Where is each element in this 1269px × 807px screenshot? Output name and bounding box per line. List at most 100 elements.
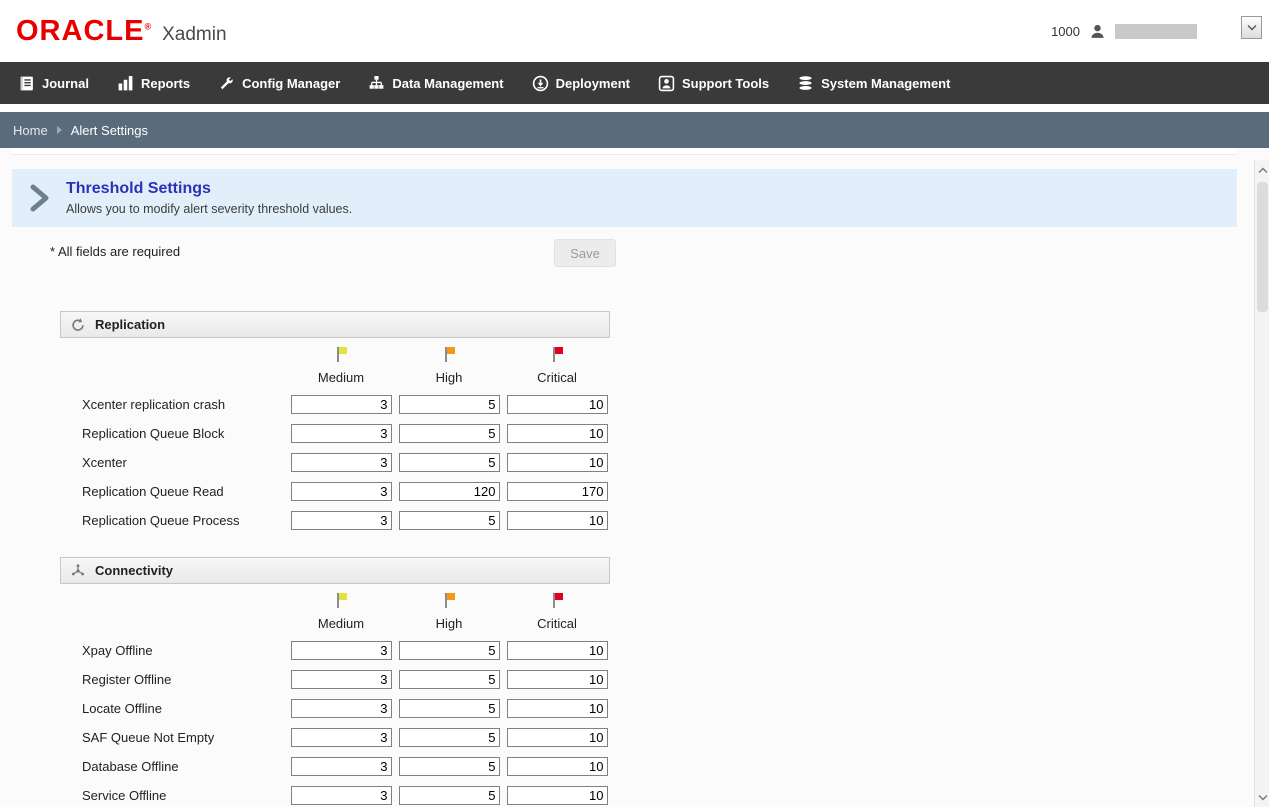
vertical-scrollbar[interactable] <box>1254 160 1269 807</box>
critical-threshold-input[interactable] <box>506 423 608 443</box>
high-flag-icon <box>443 592 456 609</box>
threshold-row-label: Database Offline <box>82 758 179 774</box>
threshold-row-label: Replication Queue Process <box>82 512 240 528</box>
high-threshold-input[interactable] <box>398 756 500 776</box>
chevron-right-icon <box>28 183 52 213</box>
threshold-row: Xpay Offline <box>60 640 610 660</box>
section-header: Replication <box>60 311 610 338</box>
section-title: Replication <box>95 317 166 332</box>
breadcrumb: Home Alert Settings <box>0 112 1269 148</box>
high-threshold-input[interactable] <box>398 481 500 501</box>
medium-threshold-input[interactable] <box>290 669 392 689</box>
nav-item-label: System Management <box>821 75 951 91</box>
scroll-up-button[interactable] <box>1255 162 1269 178</box>
high-threshold-input[interactable] <box>398 423 500 443</box>
critical-threshold-input[interactable] <box>506 640 608 660</box>
medium-threshold-input[interactable] <box>290 785 392 805</box>
header-dropdown-button[interactable] <box>1241 16 1262 39</box>
medium-threshold-input[interactable] <box>290 698 392 718</box>
brand: ORACLE® Xadmin <box>16 15 227 48</box>
banner-text: Threshold Settings Allows you to modify … <box>66 180 352 216</box>
reports-icon <box>117 75 134 92</box>
high-threshold-input[interactable] <box>398 698 500 718</box>
critical-threshold-input[interactable] <box>506 452 608 472</box>
medium-threshold-input[interactable] <box>290 510 392 530</box>
high-threshold-input[interactable] <box>398 640 500 660</box>
nav-item-journal[interactable]: Journal <box>4 62 103 104</box>
journal-icon <box>18 75 35 92</box>
high-threshold-input[interactable] <box>398 785 500 805</box>
nav-item-label: Support Tools <box>681 75 770 91</box>
required-fields-note: * All fields are required <box>50 244 181 259</box>
medium-threshold-input[interactable] <box>290 481 392 501</box>
save-button[interactable]: Save <box>554 239 617 267</box>
chevron-down-icon <box>1247 25 1256 31</box>
critical-flag-icon <box>551 592 564 609</box>
data-management-icon <box>368 75 385 92</box>
breadcrumb-separator-icon <box>56 126 62 134</box>
scrollbar-thumb[interactable] <box>1257 182 1268 312</box>
medium-flag-icon <box>335 592 348 609</box>
critical-threshold-input[interactable] <box>506 698 608 718</box>
threshold-row: Xcenter <box>60 452 610 472</box>
config-manager-icon <box>218 75 235 92</box>
section-replication: Replication Medium High Critical Xcenter rep… <box>60 311 610 530</box>
threshold-row-label: Replication Queue Read <box>82 483 224 499</box>
critical-threshold-input[interactable] <box>506 756 608 776</box>
medium-threshold-input[interactable] <box>290 727 392 747</box>
threshold-row-label: Xcenter replication crash <box>82 396 226 412</box>
header-user-area: 1000 <box>1051 23 1253 40</box>
severity-column-label: Medium <box>317 615 365 631</box>
severity-column-label: Critical <box>537 369 577 385</box>
medium-threshold-input[interactable] <box>290 640 392 660</box>
severity-flags-row <box>60 345 610 363</box>
severity-column-label: Medium <box>317 369 365 385</box>
content-divider <box>12 148 1237 155</box>
critical-threshold-input[interactable] <box>506 510 608 530</box>
severity-column-label: High <box>435 369 463 385</box>
medium-threshold-input[interactable] <box>290 423 392 443</box>
scroll-down-button[interactable] <box>1255 789 1269 805</box>
threshold-row-label: SAF Queue Not Empty <box>82 729 215 745</box>
connectivity-icon <box>70 563 86 579</box>
threshold-row-label: Register Offline <box>82 671 172 687</box>
medium-threshold-input[interactable] <box>290 452 392 472</box>
nav-item-support-tools[interactable]: Support Tools <box>644 62 783 104</box>
critical-threshold-input[interactable] <box>506 727 608 747</box>
threshold-row-label: Replication Queue Block <box>82 425 225 441</box>
high-threshold-input[interactable] <box>398 394 500 414</box>
threshold-row: Replication Queue Read <box>60 481 610 501</box>
high-threshold-input[interactable] <box>398 727 500 747</box>
medium-threshold-input[interactable] <box>290 756 392 776</box>
nav-item-deployment[interactable]: Deployment <box>518 62 644 104</box>
severity-column-label: High <box>435 615 463 631</box>
high-threshold-input[interactable] <box>398 452 500 472</box>
nav-item-data-management[interactable]: Data Management <box>354 62 517 104</box>
system-management-icon <box>797 75 814 92</box>
high-threshold-input[interactable] <box>398 669 500 689</box>
threshold-row: Xcenter replication crash <box>60 394 610 414</box>
nav-item-reports[interactable]: Reports <box>103 62 204 104</box>
severity-labels-row: Medium High Critical <box>60 369 610 385</box>
page-title: Threshold Settings <box>66 180 211 197</box>
nav-item-label: Config Manager <box>242 75 341 91</box>
main-content: Threshold Settings Allows you to modify … <box>0 148 1269 807</box>
breadcrumb-current: Alert Settings <box>70 122 149 138</box>
medium-threshold-input[interactable] <box>290 394 392 414</box>
severity-flags-row <box>60 591 610 609</box>
critical-threshold-input[interactable] <box>506 481 608 501</box>
section-connectivity: Connectivity Medium High Critical Xpay Offli… <box>60 557 610 805</box>
critical-threshold-input[interactable] <box>506 394 608 414</box>
chevron-down-icon <box>1258 794 1267 800</box>
breadcrumb-home[interactable]: Home <box>13 123 48 138</box>
nav-item-config-manager[interactable]: Config Manager <box>204 62 354 104</box>
page-subtitle: Allows you to modify alert severity thre… <box>66 202 353 216</box>
severity-column-label: Critical <box>537 615 577 631</box>
nav-item-system-management[interactable]: System Management <box>783 62 964 104</box>
section-title: Connectivity <box>95 563 174 578</box>
threshold-row: Register Offline <box>60 669 610 689</box>
high-threshold-input[interactable] <box>398 510 500 530</box>
critical-threshold-input[interactable] <box>506 785 608 805</box>
critical-threshold-input[interactable] <box>506 669 608 689</box>
threshold-row: Database Offline <box>60 756 610 776</box>
